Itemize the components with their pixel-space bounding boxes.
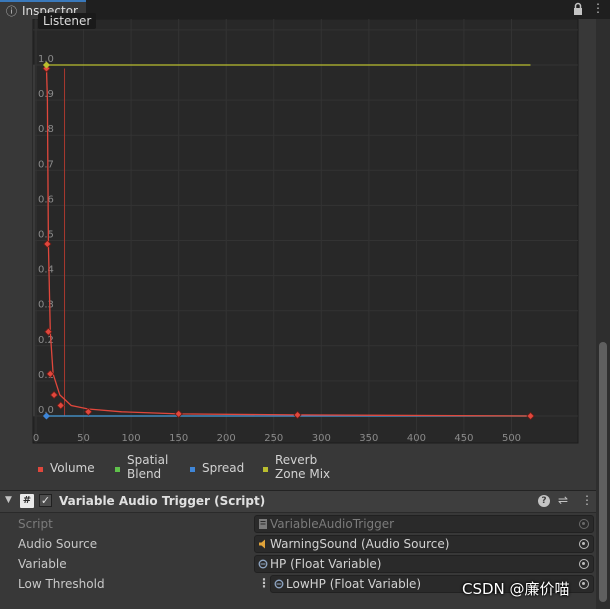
y-tick-label: 0.5 (38, 230, 54, 241)
reference-options-icon[interactable]: ⋮ (258, 576, 270, 590)
legend-label: Spatial Blend (127, 453, 168, 481)
x-tick-label: 250 (264, 433, 283, 444)
plot-background (32, 19, 579, 444)
y-tick-label: 0.4 (38, 265, 54, 276)
object-field-value: LowHP (Float Variable) (286, 577, 422, 591)
object-field-value: VariableAudioTrigger (270, 517, 395, 531)
component-enabled-checkbox[interactable]: ✓ (39, 494, 52, 507)
foldout-triangle-icon[interactable]: ▼ (5, 495, 12, 505)
field-row-script: Script VariableAudioTrigger (0, 514, 596, 534)
legend-label: Spread (202, 461, 244, 475)
legend-label: Volume (50, 461, 95, 475)
y-tick-label: 0.9 (38, 89, 54, 100)
x-tick-label: 100 (122, 433, 141, 444)
script-component-icon: # (20, 494, 34, 508)
object-field-value: WarningSound (Audio Source) (270, 537, 450, 551)
legend-label: Reverb Zone Mix (275, 453, 330, 481)
legend-item: Reverb Zone Mix (263, 453, 330, 481)
object-picker-icon[interactable] (579, 579, 589, 589)
legend-swatch (263, 467, 268, 472)
legend-item: Volume (38, 461, 95, 475)
legend-label-line1: Volume (50, 461, 95, 475)
x-tick-label: 0 (33, 433, 39, 444)
y-tick-label: 0.7 (38, 159, 54, 170)
object-field: VariableAudioTrigger (254, 515, 594, 533)
x-tick-label: 500 (502, 433, 521, 444)
field-label: Audio Source (18, 537, 98, 551)
listener-label: Listener (38, 13, 97, 29)
scrollbar-thumb[interactable] (599, 342, 607, 602)
x-tick-label: 50 (77, 433, 90, 444)
legend-label-line1: Spread (202, 461, 245, 475)
object-field-value: HP (Float Variable) (270, 557, 382, 571)
object-picker-icon (579, 519, 589, 529)
object-picker-icon[interactable] (579, 539, 589, 549)
lock-icon[interactable] (571, 2, 585, 16)
x-tick-label: 200 (217, 433, 236, 444)
legend-label-line2: Zone Mix (275, 467, 331, 481)
help-icon[interactable]: ? (538, 495, 550, 507)
rolloff-graph-svg: 0.00.10.20.30.40.50.60.70.80.91.01.10501… (32, 19, 579, 444)
curve-legend: Volume Spatial Blend Spread Reverb Zone Mix (0, 453, 596, 489)
object-field[interactable]: HP (Float Variable) (254, 555, 594, 573)
object-picker-icon[interactable] (579, 559, 589, 569)
x-tick-label: 450 (454, 433, 473, 444)
rolloff-graph[interactable]: 0.00.10.20.30.40.50.60.70.80.91.01.10501… (0, 13, 596, 453)
object-field[interactable]: WarningSound (Audio Source) (254, 535, 594, 553)
x-tick-label: 300 (312, 433, 331, 444)
legend-item: Spatial Blend (115, 453, 168, 481)
x-tick-label: 400 (407, 433, 426, 444)
component-title: Variable Audio Trigger (Script) (59, 494, 266, 508)
presets-icon[interactable]: ⇌ (558, 493, 568, 507)
field-label: Low Threshold (18, 577, 105, 591)
y-tick-label: 0.3 (38, 300, 54, 311)
field-row-audio-source: Audio Source WarningSound (Audio Source) (0, 534, 596, 554)
legend-swatch (38, 467, 43, 472)
field-label: Variable (18, 557, 67, 571)
script-file-icon (259, 519, 267, 529)
legend-swatch (190, 467, 195, 472)
y-tick-label: 0.6 (38, 194, 54, 205)
component-menu-icon[interactable]: ⋮ (581, 493, 593, 507)
scriptable-object-icon (274, 579, 284, 589)
legend-swatch (115, 467, 120, 472)
field-row-variable: Variable HP (Float Variable) (0, 554, 596, 574)
legend-item: Spread (190, 461, 244, 475)
legend-label-line2: Blend (127, 467, 162, 481)
more-vertical-icon[interactable]: ⋮ (592, 1, 604, 15)
scriptable-object-icon (258, 559, 268, 569)
x-tick-label: 350 (359, 433, 378, 444)
x-tick-label: 150 (169, 433, 188, 444)
info-icon: ⓘ (6, 4, 17, 18)
y-tick-label: 0.8 (38, 124, 54, 135)
legend-label-line1: Spatial (127, 453, 169, 467)
field-label: Script (18, 517, 53, 531)
audio-source-icon (259, 539, 265, 549)
legend-label-line1: Reverb (275, 453, 318, 467)
component-header[interactable]: ▼ # ✓ Variable Audio Trigger (Script) ? … (0, 490, 596, 513)
watermark: CSDN @廉价喵 (462, 580, 570, 598)
